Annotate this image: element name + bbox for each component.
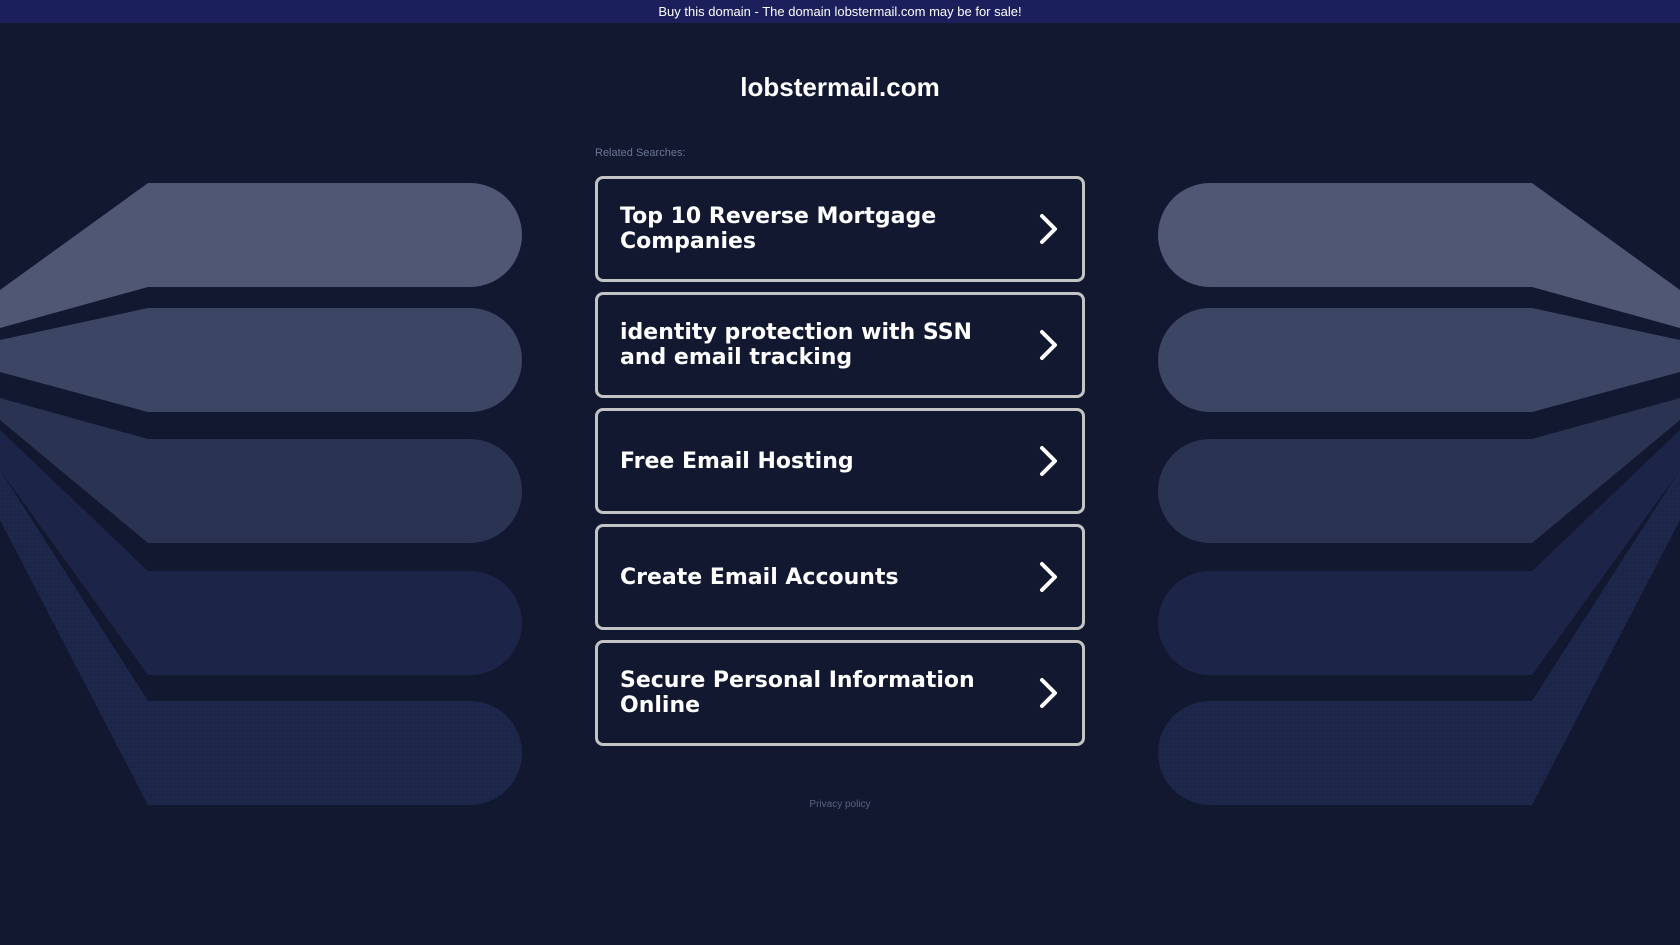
related-search-link-5[interactable]: Secure Personal Information Online (595, 640, 1085, 746)
chevron-right-icon (1040, 330, 1057, 360)
right-stripes (1158, 183, 1680, 805)
related-search-label: Secure Personal Information Online (620, 668, 975, 718)
related-search-label: Free Email Hosting (620, 448, 854, 474)
chevron-right-icon (1040, 562, 1057, 592)
related-search-label: identity protection with SSN and email t… (620, 320, 972, 370)
related-search-link-3[interactable]: Free Email Hosting (595, 408, 1085, 514)
related-searches-list: Top 10 Reverse Mortgage Companies identi… (595, 176, 1085, 756)
related-search-link-2[interactable]: identity protection with SSN and email t… (595, 292, 1085, 398)
buy-domain-banner[interactable]: Buy this domain - The domain lobstermail… (0, 0, 1680, 23)
chevron-right-icon (1040, 214, 1057, 244)
domain-title: lobstermail.com (740, 72, 940, 102)
related-search-label: Top 10 Reverse Mortgage Companies (620, 204, 937, 254)
related-search-link-4[interactable]: Create Email Accounts (595, 524, 1085, 630)
chevron-right-icon (1040, 446, 1057, 476)
related-search-label: Create Email Accounts (620, 564, 899, 590)
related-searches-label: Related Searches: (595, 147, 686, 159)
related-search-link-1[interactable]: Top 10 Reverse Mortgage Companies (595, 176, 1085, 282)
chevron-right-icon (1040, 678, 1057, 708)
left-stripes (0, 183, 522, 805)
privacy-policy-link[interactable]: Privacy policy (0, 799, 1680, 810)
